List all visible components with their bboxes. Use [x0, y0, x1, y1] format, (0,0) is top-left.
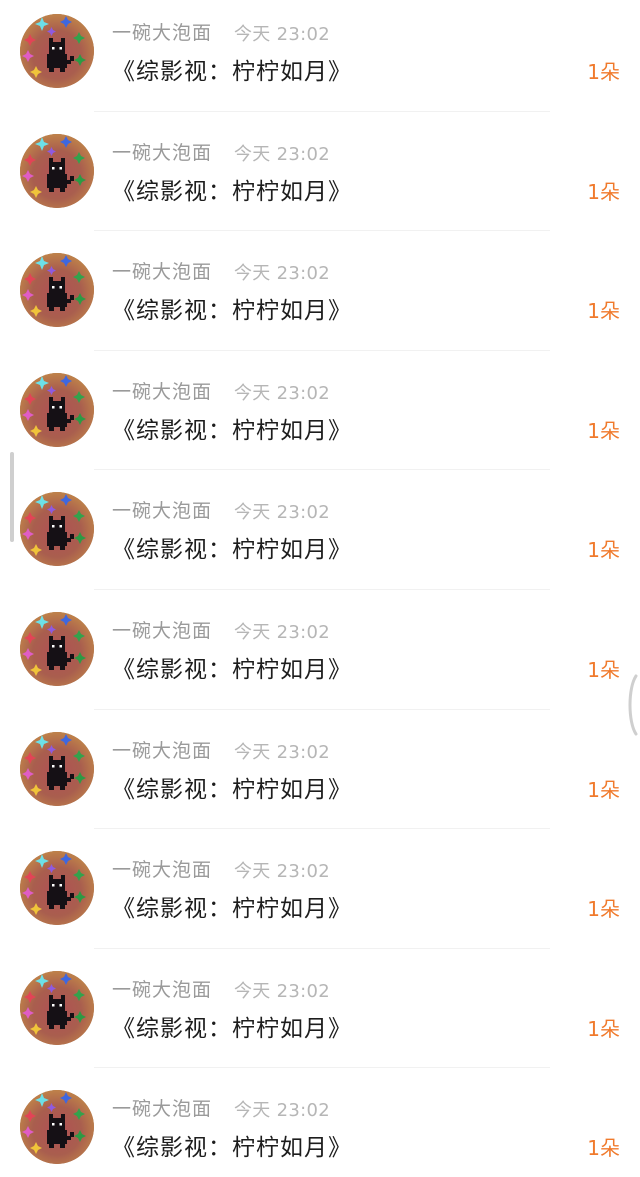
book-title[interactable]: 《综影视：柠柠如月》 — [112, 1128, 352, 1162]
divider — [94, 110, 550, 112]
username[interactable]: 一碗大泡面 — [112, 257, 212, 284]
divider — [94, 947, 550, 949]
gift-count: 1朵 — [587, 1016, 620, 1041]
cat-avatar-icon[interactable] — [20, 133, 94, 208]
timestamp: 今天 23:02 — [234, 861, 330, 883]
divider — [94, 349, 550, 351]
list-item[interactable]: 一碗大泡面 今天 23:02 《综影视：柠柠如月》 1朵 — [0, 837, 640, 957]
book-title[interactable]: 《综影视：柠柠如月》 — [112, 530, 352, 564]
book-title[interactable]: 《综影视：柠柠如月》 — [112, 291, 352, 325]
timestamp: 今天 23:02 — [234, 382, 330, 404]
cat-avatar-icon[interactable] — [20, 731, 94, 806]
book-title[interactable]: 《综影视：柠柠如月》 — [112, 1009, 352, 1043]
list-item[interactable]: 一碗大泡面 今天 23:02 《综影视：柠柠如月》 1朵 — [0, 598, 640, 718]
username[interactable]: 一碗大泡面 — [112, 736, 212, 763]
book-title[interactable]: 《综影视：柠柠如月》 — [112, 770, 352, 804]
timestamp: 今天 23:02 — [234, 143, 330, 165]
list-item[interactable]: 一碗大泡面 今天 23:02 《综影视：柠柠如月》 1朵 — [0, 718, 640, 838]
divider — [94, 588, 550, 590]
username[interactable]: 一碗大泡面 — [112, 975, 212, 1002]
divider — [94, 230, 550, 232]
username[interactable]: 一碗大泡面 — [112, 1094, 212, 1121]
book-title[interactable]: 《综影视：柠柠如月》 — [112, 172, 352, 206]
cat-avatar-icon[interactable] — [20, 851, 94, 926]
list-item[interactable]: 一碗大泡面 今天 23:02 《综影视：柠柠如月》 1朵 — [0, 957, 640, 1077]
list-item[interactable]: 一碗大泡面 今天 23:02 《综影视：柠柠如月》 1朵 — [0, 359, 640, 479]
gift-count: 1朵 — [587, 657, 620, 682]
timestamp: 今天 23:02 — [234, 621, 330, 643]
username[interactable]: 一碗大泡面 — [112, 616, 212, 643]
gift-count: 1朵 — [587, 897, 620, 922]
list-item[interactable]: 一碗大泡面 今天 23:02 《综影视：柠柠如月》 1朵 — [0, 120, 640, 240]
book-title[interactable]: 《综影视：柠柠如月》 — [112, 52, 352, 86]
username[interactable]: 一碗大泡面 — [112, 18, 212, 45]
divider — [94, 708, 550, 710]
timestamp: 今天 23:02 — [234, 980, 330, 1002]
divider — [94, 1067, 550, 1069]
list-item[interactable]: 一碗大泡面 今天 23:02 《综影视：柠柠如月》 1朵 — [0, 1076, 640, 1177]
cat-avatar-icon[interactable] — [20, 492, 94, 567]
list-item[interactable]: 一碗大泡面 今天 23:02 《综影视：柠柠如月》 1朵 — [0, 0, 640, 120]
username[interactable]: 一碗大泡面 — [112, 377, 212, 404]
cat-avatar-icon[interactable] — [20, 970, 94, 1045]
gift-count: 1朵 — [587, 777, 620, 802]
list-item[interactable]: 一碗大泡面 今天 23:02 《综影视：柠柠如月》 1朵 — [0, 239, 640, 359]
timestamp: 今天 23:02 — [234, 24, 330, 45]
scrollbar-thumb[interactable] — [10, 452, 14, 542]
gift-count: 1朵 — [587, 299, 620, 324]
cat-avatar-icon[interactable] — [20, 253, 94, 328]
book-title[interactable]: 《综影视：柠柠如月》 — [112, 411, 352, 445]
username[interactable]: 一碗大泡面 — [112, 496, 212, 523]
timestamp: 今天 23:02 — [234, 1100, 330, 1122]
timestamp: 今天 23:02 — [234, 502, 330, 524]
gift-count: 1朵 — [587, 179, 620, 204]
side-swipe-handle-icon[interactable] — [624, 674, 640, 736]
cat-avatar-icon[interactable] — [20, 611, 94, 686]
divider — [94, 828, 550, 830]
cat-avatar-icon[interactable] — [20, 14, 94, 88]
timestamp: 今天 23:02 — [234, 741, 330, 763]
gift-count: 1朵 — [587, 418, 620, 443]
gift-record-list: 一碗大泡面 今天 23:02 《综影视：柠柠如月》 1朵 一碗大泡面 今天 23… — [0, 0, 640, 1177]
list-item[interactable]: 一碗大泡面 今天 23:02 《综影视：柠柠如月》 1朵 — [0, 478, 640, 598]
divider — [94, 469, 550, 471]
gift-count: 1朵 — [587, 60, 620, 84]
timestamp: 今天 23:02 — [234, 263, 330, 285]
book-title[interactable]: 《综影视：柠柠如月》 — [112, 889, 352, 923]
book-title[interactable]: 《综影视：柠柠如月》 — [112, 650, 352, 684]
gift-count: 1朵 — [587, 1136, 620, 1161]
username[interactable]: 一碗大泡面 — [112, 138, 212, 165]
gift-count: 1朵 — [587, 538, 620, 563]
cat-avatar-icon[interactable] — [20, 1090, 94, 1165]
cat-avatar-icon[interactable] — [20, 372, 94, 447]
username[interactable]: 一碗大泡面 — [112, 855, 212, 882]
